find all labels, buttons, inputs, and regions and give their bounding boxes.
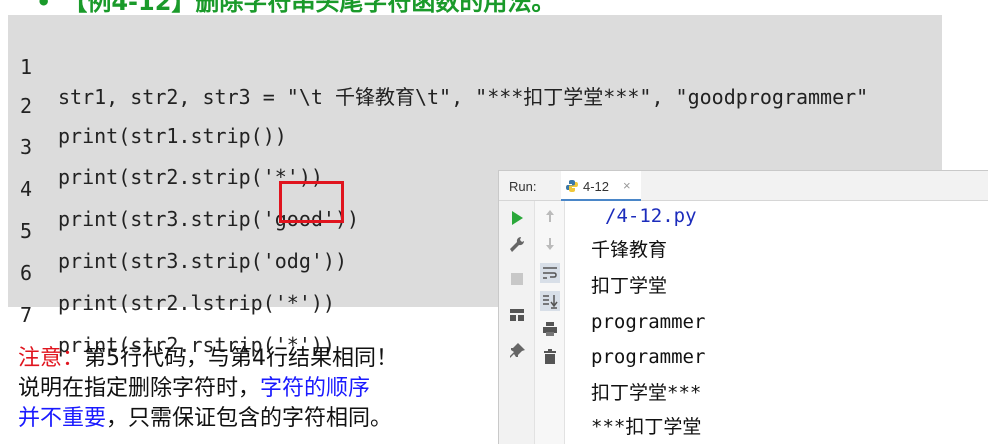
output-line: programmer [591, 311, 706, 333]
note-text: 注意：第5行代码，与第4行结果相同！ 说明在指定删除字符时，字符的顺序 并不重要… [18, 344, 498, 434]
note-part2: 说明在指定删除字符时， [18, 376, 261, 401]
up-arrow-icon[interactable] [540, 206, 560, 226]
python-icon [566, 180, 578, 192]
output-line: ***扣丁学堂 [591, 416, 702, 438]
title-bullet: • [36, 0, 52, 16]
note-part3: 字符的顺序 [260, 376, 371, 401]
run-toolbar-left [499, 201, 535, 444]
note-label: 注意： [18, 346, 85, 371]
note-line-2: 说明在指定删除字符时，字符的顺序 [18, 374, 498, 404]
code-line: 1 str1, str2, str3 = "\t 千锋教育\t", "***扣丁… [8, 22, 942, 109]
run-panel: Run: 4-12 × /4-12.py 千锋教育 扣丁学堂 programme… [498, 170, 988, 444]
note-part4: 并不重要 [18, 406, 107, 431]
run-tab-4-12[interactable]: 4-12 × [561, 171, 641, 201]
output-line: 扣丁学堂 [591, 275, 668, 297]
run-toolbar-right [535, 201, 565, 444]
code-line: 2 print(str1.strip()) [8, 61, 942, 148]
down-arrow-icon[interactable] [540, 234, 560, 254]
run-header: Run: 4-12 × [499, 171, 988, 201]
example-title: • 【例4-12】删除字符串头尾字符函数的用法。 [36, 0, 555, 16]
code-line: 3 print(str2.strip('*')) [8, 102, 942, 189]
soft-wrap-icon[interactable] [540, 263, 560, 283]
scroll-to-end-icon[interactable] [540, 291, 560, 311]
note-part5: ，只需保证包含的字符相同。 [106, 406, 393, 431]
run-label: Run: [509, 179, 537, 194]
output-line-path: /4-12.py [605, 205, 697, 227]
note-line-1: 注意：第5行代码，与第4行结果相同！ [18, 344, 498, 374]
output-line: 千锋教育 [591, 239, 668, 261]
note-part1: 第5行代码，与第4行结果相同！ [84, 346, 399, 371]
output-line: 扣丁学堂*** [591, 382, 702, 404]
pin-icon[interactable] [507, 341, 527, 361]
close-icon[interactable]: × [623, 178, 631, 193]
wrench-icon[interactable] [507, 235, 527, 255]
note-line-3: 并不重要，只需保证包含的字符相同。 [18, 404, 498, 434]
run-icon[interactable] [507, 208, 527, 228]
trash-icon[interactable] [540, 347, 560, 367]
stop-icon[interactable] [507, 269, 527, 289]
output-line: programmer [591, 346, 706, 368]
odg-highlight-box [279, 181, 344, 223]
print-icon[interactable] [540, 319, 560, 339]
title-text: 【例4-12】删除字符串头尾字符函数的用法。 [63, 0, 556, 16]
line-number: 7 [20, 303, 33, 327]
layout-icon[interactable] [507, 305, 527, 325]
run-tab-name: 4-12 [583, 179, 610, 194]
